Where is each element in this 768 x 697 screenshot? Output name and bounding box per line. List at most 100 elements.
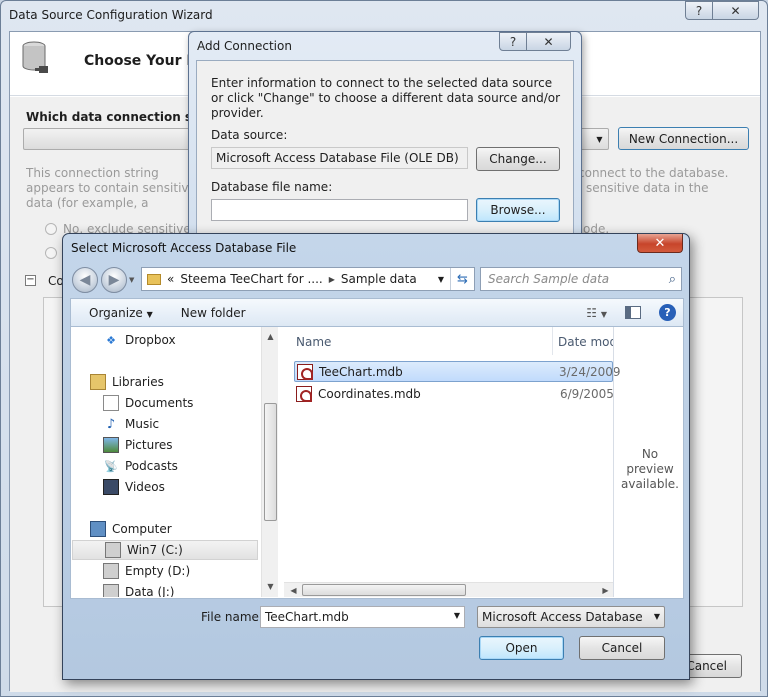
add-connection-help-button[interactable]: ? xyxy=(499,32,527,51)
breadcrumb-separator-icon[interactable]: ▶ xyxy=(329,275,335,284)
scroll-right-icon[interactable]: ▶ xyxy=(598,583,613,597)
chevron-down-icon: ▼ xyxy=(596,134,603,144)
nav-item-documents[interactable]: Documents xyxy=(71,393,193,413)
pictures-icon xyxy=(103,437,119,453)
nav-item-videos[interactable]: Videos xyxy=(71,477,165,497)
add-connection-body: Enter information to connect to the sele… xyxy=(196,60,574,240)
drive-icon xyxy=(105,542,121,558)
file-row-teechart[interactable]: TeeChart.mdb 3/24/2009 xyxy=(294,361,621,382)
file-name-input[interactable]: TeeChart.mdb ▼ xyxy=(260,606,465,628)
address-bar[interactable]: « Steema TeeChart for .... ▶ Sample data… xyxy=(141,267,475,291)
dropbox-icon: ❖ xyxy=(106,333,116,347)
music-icon: ♪ xyxy=(106,416,116,432)
new-connection-button[interactable]: New Connection... xyxy=(618,127,749,150)
search-icon[interactable]: ⌕ xyxy=(669,272,676,287)
add-connection-title: Add Connection xyxy=(197,39,292,53)
access-db-icon xyxy=(296,385,312,402)
add-connection-close-button[interactable]: ✕ xyxy=(527,32,571,51)
file-list: Name Date modi TeeChart.mdb 3/24/2009 Co… xyxy=(284,327,621,582)
file-row-coordinates[interactable]: Coordinates.mdb 6/9/2005 5 xyxy=(296,383,615,404)
search-input[interactable]: Search Sample data ⌕ xyxy=(480,267,682,291)
access-db-icon xyxy=(297,363,313,380)
file-name-label: File name: xyxy=(201,610,263,624)
data-source-field: Microsoft Access Database File (OLE DB) xyxy=(211,147,468,169)
scroll-up-icon[interactable]: ▲ xyxy=(263,329,278,343)
chevron-down-icon[interactable]: ▼ xyxy=(454,611,460,620)
file-list-header: Name Date modi xyxy=(284,327,613,355)
cancel-button[interactable]: Cancel xyxy=(579,636,665,660)
file-browser: ❖ Dropbox Libraries Documents ♪ Music Pict… xyxy=(70,327,684,599)
preview-pane: No preview available. xyxy=(613,327,684,597)
open-button[interactable]: Open xyxy=(479,636,564,660)
nav-scrollbar[interactable]: ▲ ▼ xyxy=(261,327,278,597)
views-icon[interactable]: ☷ ▼ xyxy=(586,306,607,320)
connection-question: Which data connection should your applic… xyxy=(26,110,190,124)
nav-item-win7-c[interactable]: Win7 (C:) xyxy=(72,540,258,560)
back-arrow-icon: ◀ xyxy=(79,272,91,288)
db-file-label: Database file name: xyxy=(211,180,333,194)
forward-button[interactable]: ▶ xyxy=(101,267,127,293)
scroll-left-icon[interactable]: ◀ xyxy=(286,583,301,597)
wizard-help-button[interactable]: ? xyxy=(685,1,713,20)
wizard-heading: Choose Your Data Connection xyxy=(84,53,194,69)
nav-item-dropbox[interactable]: ❖ Dropbox xyxy=(71,330,176,350)
radio-yes[interactable] xyxy=(45,247,57,259)
change-button[interactable]: Change... xyxy=(476,147,560,171)
breadcrumb-item-steema[interactable]: Steema TeeChart for .... xyxy=(180,272,322,286)
nav-item-libraries[interactable]: Libraries xyxy=(71,372,164,392)
help-icon[interactable]: ? xyxy=(659,304,676,321)
organize-button[interactable]: Organize ▼ xyxy=(89,306,153,320)
db-file-input[interactable] xyxy=(211,199,468,221)
preview-pane-icon[interactable] xyxy=(625,306,641,319)
documents-icon xyxy=(103,395,119,411)
refresh-icon[interactable]: ⇆ xyxy=(450,268,474,290)
new-folder-button[interactable]: New folder xyxy=(181,306,246,320)
database-icon xyxy=(22,40,48,74)
nav-item-pictures[interactable]: Pictures xyxy=(71,435,173,455)
nav-item-computer[interactable]: Computer xyxy=(71,519,172,539)
add-connection-dialog: Add Connection ? ✕ Enter information to … xyxy=(188,31,582,241)
file-dialog: Select Microsoft Access Database File ✕ … xyxy=(62,233,690,680)
file-dialog-title: Select Microsoft Access Database File xyxy=(71,241,297,255)
scroll-down-icon[interactable]: ▼ xyxy=(263,579,278,593)
navigation-pane: ❖ Dropbox Libraries Documents ♪ Music Pict… xyxy=(71,327,278,597)
chevron-down-icon: ▼ xyxy=(653,612,660,621)
wizard-close-button[interactable]: ✕ xyxy=(713,1,759,20)
folder-icon xyxy=(147,273,161,285)
nav-item-music[interactable]: ♪ Music xyxy=(71,414,159,434)
collapse-icon[interactable]: − xyxy=(25,275,36,286)
nav-item-data-j[interactable]: Data (J:) xyxy=(71,582,174,597)
drive-icon xyxy=(103,584,119,597)
breadcrumb-overflow[interactable]: « xyxy=(167,272,174,286)
back-button[interactable]: ◀ xyxy=(72,267,98,293)
computer-icon xyxy=(90,521,106,537)
videos-icon xyxy=(103,479,119,495)
connection-string-label: Connection string xyxy=(48,274,62,288)
data-source-label: Data source: xyxy=(211,128,288,142)
file-toolbar: Organize ▼ New folder ☷ ▼ ? xyxy=(70,298,684,327)
file-type-select[interactable]: Microsoft Access Databases (*.mdb) ▼ xyxy=(477,606,665,628)
preview-text: No preview available. xyxy=(621,447,679,491)
sensitive-data-text-right-2: sensitive data in the xyxy=(586,181,709,195)
file-date: 6/9/2005 5 xyxy=(560,386,615,401)
podcasts-icon: 📡 xyxy=(104,459,118,473)
sensitive-data-text-right-1: connect to the database. xyxy=(578,166,729,180)
file-hscroll-thumb[interactable] xyxy=(302,584,466,596)
nav-item-podcasts[interactable]: 📡 Podcasts xyxy=(71,456,178,476)
column-date[interactable]: Date modi xyxy=(558,335,613,349)
breadcrumb-item-sample-data[interactable]: Sample data xyxy=(341,272,417,286)
file-name: Coordinates.mdb xyxy=(318,386,421,401)
radio-no[interactable] xyxy=(45,223,57,235)
recent-pages-icon[interactable]: ▼ xyxy=(129,276,134,284)
forward-arrow-icon: ▶ xyxy=(108,272,120,288)
column-name[interactable]: Name xyxy=(296,335,331,349)
nav-scroll-thumb[interactable] xyxy=(264,403,277,521)
file-dialog-close-button[interactable]: ✕ xyxy=(637,234,683,253)
file-name: TeeChart.mdb xyxy=(319,364,403,379)
nav-item-empty-d[interactable]: Empty (D:) xyxy=(71,561,190,581)
drive-icon xyxy=(103,563,119,579)
browse-button[interactable]: Browse... xyxy=(476,198,560,222)
address-dropdown-icon[interactable]: ▼ xyxy=(438,275,444,284)
file-hscrollbar[interactable]: ◀ ▶ xyxy=(284,582,613,597)
file-date: 3/24/2009 xyxy=(559,364,621,379)
